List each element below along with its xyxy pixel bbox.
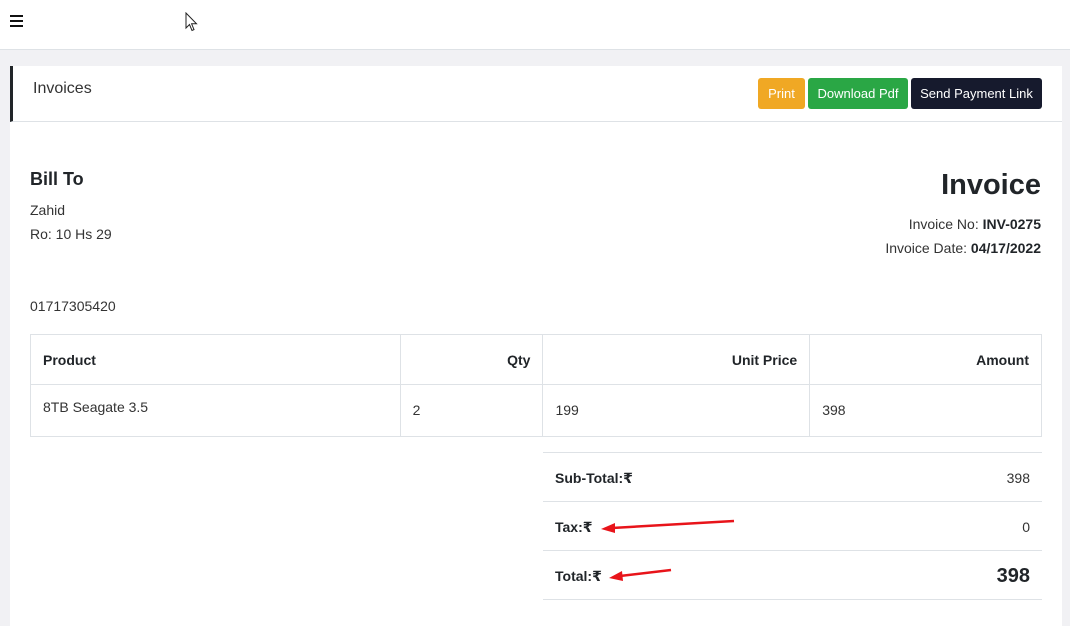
totals-section: Sub-Total:₹ 398 Tax:₹ 0 Total:₹ 398 <box>543 452 1042 600</box>
invoice-date-label: Invoice Date: <box>885 240 968 256</box>
customer-name: Zahid <box>30 202 66 218</box>
invoice-items-table: Product Qty Unit Price Amount 8TB Seagat… <box>30 334 1042 437</box>
invoice-heading: Invoice <box>941 169 1041 201</box>
subtotal-label: Sub-Total:₹ <box>555 470 633 486</box>
customer-phone: 01717305420 <box>30 298 116 314</box>
subtotal-row: Sub-Total:₹ 398 <box>543 453 1042 502</box>
invoice-date: Invoice Date: 04/17/2022 <box>885 240 1041 256</box>
send-payment-link-button[interactable]: Send Payment Link <box>911 78 1042 109</box>
column-header-unit-price: Unit Price <box>542 334 811 385</box>
print-button[interactable]: Print <box>758 78 805 109</box>
total-value: 398 <box>996 565 1030 587</box>
tax-row: Tax:₹ 0 <box>543 502 1042 551</box>
cell-unit-price: 199 <box>542 384 811 437</box>
card-header: Invoices Print Download Pdf Send Payment… <box>10 66 1062 122</box>
invoice-number-value: INV-0275 <box>982 216 1041 232</box>
table-header-row: Product Qty Unit Price Amount <box>30 334 1042 385</box>
customer-address: Ro: 10 Hs 29 <box>30 226 112 242</box>
card-title: Invoices <box>33 80 92 97</box>
tax-label: Tax:₹ <box>555 519 593 535</box>
cell-qty: 2 <box>399 384 544 437</box>
total-label: Total:₹ <box>555 568 602 584</box>
column-header-amount: Amount <box>809 334 1042 385</box>
mouse-cursor-icon <box>185 12 198 32</box>
download-pdf-button[interactable]: Download Pdf <box>808 78 908 109</box>
top-navbar <box>0 0 1070 50</box>
total-row: Total:₹ 398 <box>543 551 1042 600</box>
cell-amount: 398 <box>809 384 1042 437</box>
cell-product: 8TB Seagate 3.5 <box>30 384 401 437</box>
bill-to-heading: Bill To <box>30 169 84 189</box>
hamburger-icon[interactable] <box>10 15 24 29</box>
column-header-qty: Qty <box>399 334 544 385</box>
invoice-date-value: 04/17/2022 <box>970 240 1041 256</box>
invoice-number: Invoice No: INV-0275 <box>909 216 1041 232</box>
tax-value: 0 <box>1022 519 1030 535</box>
subtotal-value: 398 <box>1006 470 1030 486</box>
invoice-number-label: Invoice No: <box>908 216 979 232</box>
column-header-product: Product <box>30 334 401 385</box>
table-row: 8TB Seagate 3.5 2 199 398 <box>30 384 1042 437</box>
invoice-card: Invoices Print Download Pdf Send Payment… <box>10 66 1062 626</box>
